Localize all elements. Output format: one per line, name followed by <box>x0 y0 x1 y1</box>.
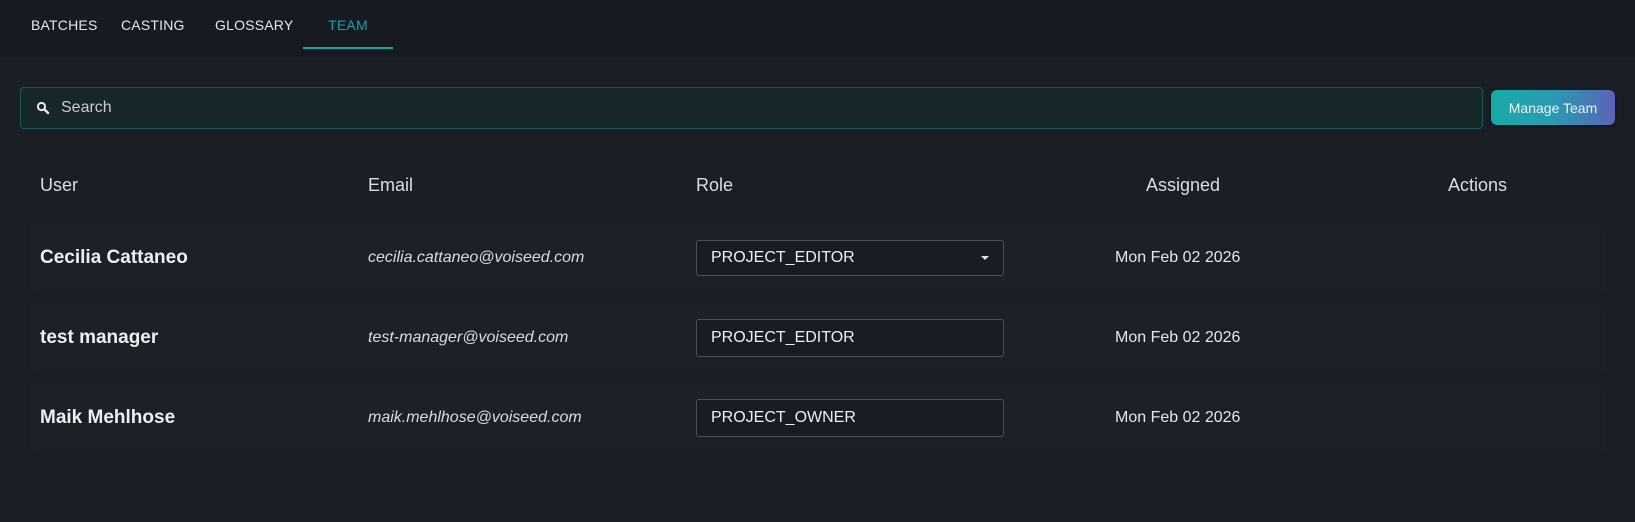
table-row: Cecilia Cattaneo cecilia.cattaneo@voisee… <box>30 222 1605 294</box>
table-row: test manager test-manager@voiseed.com PR… <box>30 302 1605 374</box>
user-email: test-manager@voiseed.com <box>368 329 569 346</box>
table-row: Maik Mehlhose maik.mehlhose@voiseed.com … <box>30 382 1605 454</box>
chevron-down-icon <box>981 256 989 260</box>
role-select[interactable]: PROJECT_EDITOR <box>696 240 1004 276</box>
assigned-date: Mon Feb 02 2026 <box>1115 329 1241 346</box>
column-header-assigned: Assigned <box>1146 175 1221 195</box>
tab-glossary[interactable]: GLOSSARY <box>215 0 293 49</box>
search-box <box>20 87 1483 129</box>
assigned-date: Mon Feb 02 2026 <box>1115 409 1241 426</box>
column-header-user: User <box>40 175 79 195</box>
column-header-role: Role <box>696 175 734 195</box>
role-field[interactable]: PROJECT_EDITOR <box>696 319 1004 357</box>
role-value: PROJECT_EDITOR <box>711 329 855 346</box>
tab-bar: BATCHES CASTING GLOSSARY TEAM <box>0 0 1635 58</box>
column-header-email: Email <box>368 175 414 195</box>
manage-team-button[interactable]: Manage Team <box>1491 90 1615 125</box>
search-icon <box>35 100 51 116</box>
tab-batches[interactable]: BATCHES <box>31 0 97 49</box>
assigned-date: Mon Feb 02 2026 <box>1115 249 1241 266</box>
role-value: PROJECT_OWNER <box>711 409 856 426</box>
user-email: cecilia.cattaneo@voiseed.com <box>368 249 585 266</box>
tab-casting[interactable]: CASTING <box>121 0 184 49</box>
user-name: Cecilia Cattaneo <box>40 247 188 268</box>
role-value: PROJECT_EDITOR <box>711 249 855 266</box>
user-email: maik.mehlhose@voiseed.com <box>368 409 582 426</box>
role-field[interactable]: PROJECT_OWNER <box>696 399 1004 437</box>
user-name: test manager <box>40 327 159 348</box>
user-name: Maik Mehlhose <box>40 407 176 428</box>
search-input[interactable] <box>59 88 1482 128</box>
tab-team[interactable]: TEAM <box>303 0 393 49</box>
column-header-actions: Actions <box>1448 175 1508 195</box>
